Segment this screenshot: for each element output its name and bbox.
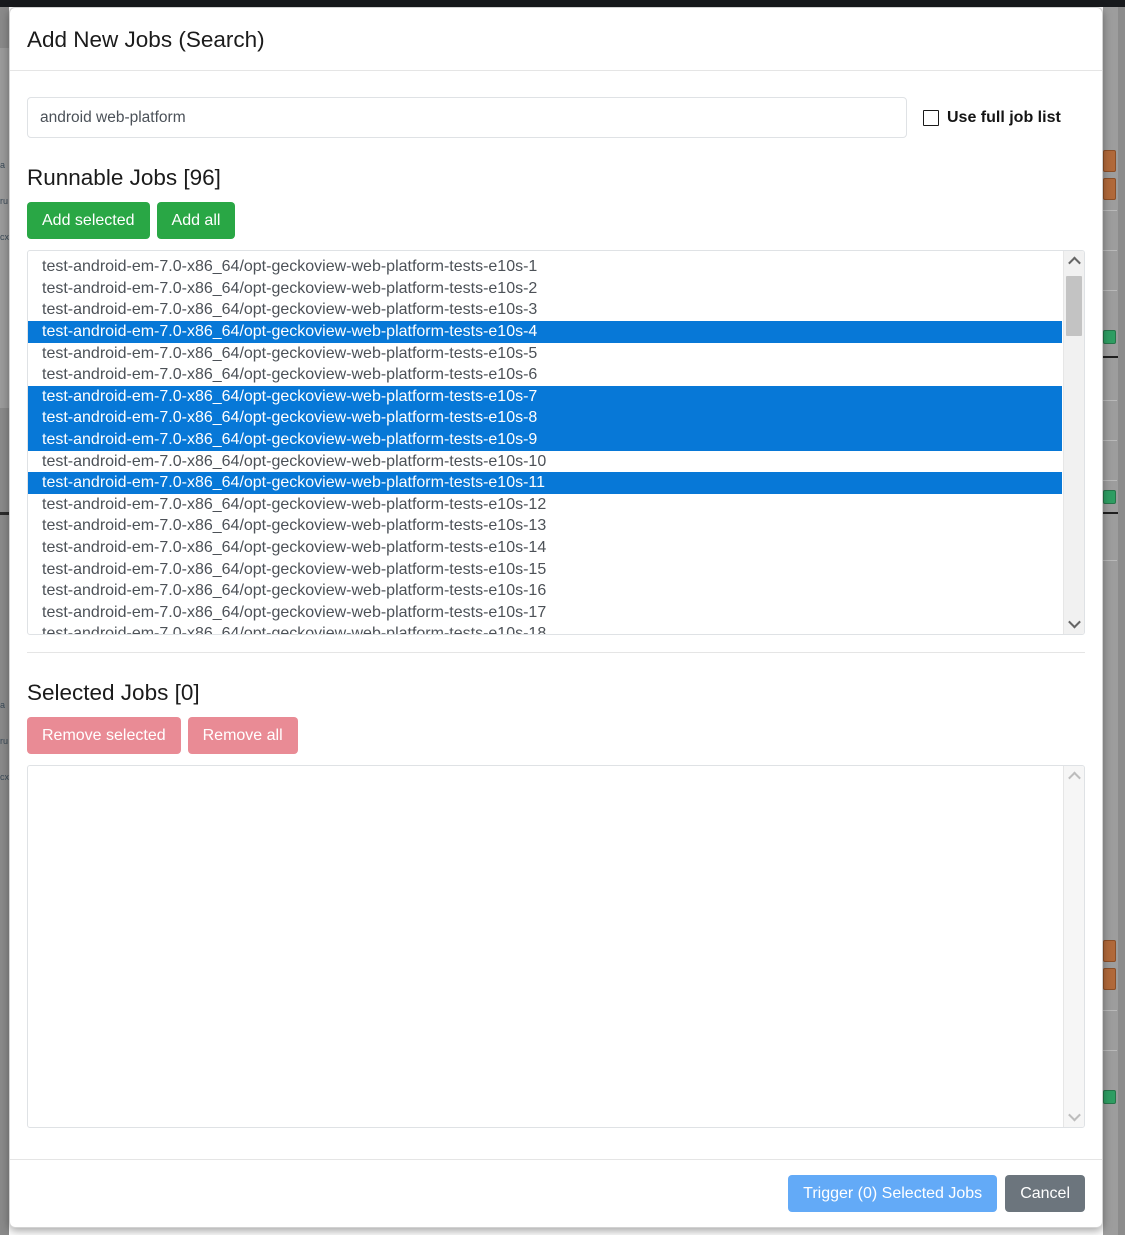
scrollbar-thumb[interactable] — [1066, 276, 1082, 337]
background-divider — [1103, 1010, 1117, 1011]
runnable-actions: Add selected Add all — [27, 202, 1085, 240]
runnable-jobs-listbox[interactable]: test-android-em-7.0-x86_64/opt-geckoview… — [27, 250, 1085, 636]
background-left-panel — [0, 48, 9, 408]
runnable-scrollbar[interactable] — [1063, 251, 1084, 635]
background-left-text: a — [0, 160, 6, 170]
job-list-item[interactable]: test-android-em-7.0-x86_64/opt-geckoview… — [28, 278, 1062, 300]
job-list-item[interactable]: test-android-em-7.0-x86_64/opt-geckoview… — [28, 299, 1062, 321]
job-list-item[interactable]: test-android-em-7.0-x86_64/opt-geckoview… — [28, 364, 1062, 386]
background-divider — [1103, 480, 1117, 481]
scroll-up-button[interactable] — [1064, 251, 1084, 272]
background-left-text: a — [0, 700, 6, 710]
background-left-rule — [0, 512, 9, 515]
dialog-body: Use full job list Runnable Jobs [96] Add… — [10, 71, 1102, 1159]
background-divider — [1103, 290, 1117, 291]
runnable-jobs-heading: Runnable Jobs [96] — [27, 165, 221, 190]
search-row: Use full job list — [27, 97, 1085, 138]
selected-scrollbar[interactable] — [1063, 766, 1084, 1128]
dialog-footer: Trigger (0) Selected Jobs Cancel — [10, 1158, 1102, 1227]
background-divider — [1103, 400, 1117, 401]
job-list-item[interactable]: test-android-em-7.0-x86_64/opt-geckoview… — [28, 407, 1062, 429]
use-full-job-list-toggle[interactable]: Use full job list — [923, 109, 1061, 127]
checkbox-icon[interactable] — [923, 109, 939, 126]
job-list-item[interactable]: test-android-em-7.0-x86_64/opt-geckoview… — [28, 515, 1062, 537]
background-divider — [1103, 560, 1117, 561]
remove-selected-button[interactable]: Remove selected — [27, 717, 181, 755]
background-divider — [1103, 1050, 1117, 1051]
background-job-chip — [1103, 150, 1116, 172]
background-left-text: cx — [0, 232, 9, 242]
dialog-title: Add New Jobs (Search) — [27, 26, 265, 52]
background-job-chip — [1103, 330, 1116, 344]
background-left-text: ru — [0, 736, 9, 746]
background-divider — [1103, 356, 1118, 358]
background-job-chip — [1103, 490, 1116, 504]
job-list-item[interactable]: test-android-em-7.0-x86_64/opt-geckoview… — [28, 580, 1062, 602]
cancel-button[interactable]: Cancel — [1005, 1174, 1085, 1212]
chevron-up-icon — [1067, 256, 1081, 270]
chevron-down-icon — [1067, 1109, 1081, 1122]
background-divider — [1103, 440, 1117, 441]
background-top-bar — [0, 0, 1125, 7]
add-selected-button[interactable]: Add selected — [27, 202, 150, 240]
scroll-down-button[interactable] — [1064, 1106, 1084, 1127]
background-left-text: ru — [0, 196, 9, 206]
background-job-chip — [1103, 940, 1116, 962]
dialog-header: Add New Jobs (Search) — [10, 8, 1102, 71]
job-list-item[interactable]: test-android-em-7.0-x86_64/opt-geckoview… — [28, 537, 1062, 559]
selected-jobs-heading: Selected Jobs [0] — [27, 680, 200, 706]
use-full-job-list-label: Use full job list — [947, 108, 1061, 126]
selected-jobs-items[interactable] — [28, 771, 1062, 1127]
job-list-item[interactable]: test-android-em-7.0-x86_64/opt-geckoview… — [28, 602, 1062, 624]
background-job-chip — [1103, 1090, 1116, 1104]
scroll-down-button[interactable] — [1064, 613, 1084, 634]
background-job-chip — [1103, 178, 1116, 200]
background-divider — [1103, 250, 1117, 251]
trigger-selected-jobs-button[interactable]: Trigger (0) Selected Jobs — [788, 1174, 998, 1212]
runnable-jobs-items[interactable]: test-android-em-7.0-x86_64/opt-geckoview… — [28, 256, 1062, 634]
background-divider — [1103, 512, 1118, 514]
background-divider — [1103, 210, 1117, 211]
job-list-item[interactable]: test-android-em-7.0-x86_64/opt-geckoview… — [28, 494, 1062, 516]
job-list-item[interactable]: test-android-em-7.0-x86_64/opt-geckoview… — [28, 428, 1062, 451]
job-list-item[interactable]: test-android-em-7.0-x86_64/opt-geckoview… — [28, 451, 1062, 473]
scroll-up-button[interactable] — [1064, 766, 1084, 787]
job-list-item[interactable]: test-android-em-7.0-x86_64/opt-geckoview… — [28, 472, 1062, 494]
job-list-item[interactable]: test-android-em-7.0-x86_64/opt-geckoview… — [28, 256, 1062, 278]
job-list-item[interactable]: test-android-em-7.0-x86_64/opt-geckoview… — [28, 343, 1062, 365]
selected-jobs-listbox[interactable] — [27, 765, 1085, 1129]
job-list-item[interactable]: test-android-em-7.0-x86_64/opt-geckoview… — [28, 385, 1062, 408]
chevron-down-icon — [1067, 615, 1081, 629]
selected-actions: Remove selected Remove all — [27, 717, 1085, 755]
remove-all-button[interactable]: Remove all — [187, 717, 298, 755]
background-left-text: cx — [0, 772, 9, 782]
job-search-input[interactable] — [27, 97, 907, 138]
job-list-item[interactable]: test-android-em-7.0-x86_64/opt-geckoview… — [28, 559, 1062, 581]
section-divider — [27, 652, 1085, 654]
add-all-button[interactable]: Add all — [156, 202, 236, 240]
chevron-up-icon — [1067, 771, 1081, 785]
background-job-chip — [1103, 968, 1116, 990]
job-list-item[interactable]: test-android-em-7.0-x86_64/opt-geckoview… — [28, 320, 1062, 343]
job-list-item[interactable]: test-android-em-7.0-x86_64/opt-geckoview… — [28, 623, 1062, 634]
add-new-jobs-dialog: Add New Jobs (Search) Use full job list … — [9, 7, 1103, 1228]
